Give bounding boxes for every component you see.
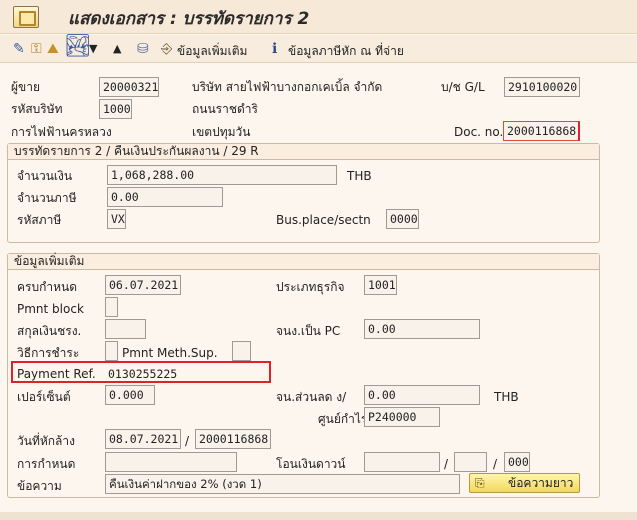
currency-label: สกุลเงินชรง. (17, 324, 82, 338)
payment-ref-field[interactable]: 0130255225 (108, 367, 177, 381)
assignment-label: การกำหนด (17, 457, 76, 471)
percent-field[interactable]: 0.000 (105, 385, 155, 405)
bus-place-field[interactable]: 0000 (386, 209, 419, 229)
vendor-label: ผู้ขาย (11, 80, 41, 94)
toolbar: ✎ ⚿ ⛰ 🏞 ▼ ▲ ⛁ ⎆ ข้อมูลเพิ่มเติม ℹ ข้อมูล… (0, 32, 637, 63)
long-text-button[interactable]: ⎘ ข้อความยาว (469, 473, 580, 493)
transfer-separator-1: / (444, 457, 449, 471)
transfer-field-2[interactable] (454, 452, 487, 472)
more-data-group-title: ข้อมูลเพิ่มเติม (8, 254, 599, 270)
bottom-strip (0, 512, 637, 520)
line-item-group-title: บรรทัดรายการ 2 / คืนเงินประกันผลงาน / 29… (8, 144, 599, 160)
title-bar: แสดงเอกสาร : บรรทัดรายการ 2 (0, 0, 637, 34)
company-code-field[interactable]: 1000 (99, 99, 132, 119)
doc-no-field[interactable]: 2000116868 (503, 121, 580, 141)
doc-no-label: Doc. no. (454, 125, 504, 139)
profit-center-label: ศูนย์กำไร (318, 412, 368, 426)
percent-label: เปอร์เซ็นต์ (17, 390, 71, 404)
pencil-glasses-icon[interactable]: ✎ (13, 41, 25, 57)
pay-method-label: วิธีการชำระ (17, 346, 80, 360)
text-field[interactable]: คืนเงินค่าฝากของ 2% (งวด 1) (105, 474, 460, 494)
discount-currency: THB (494, 390, 519, 404)
amount-label: จำนวนเงิน (17, 169, 73, 183)
tax-code-field[interactable]: VX (107, 209, 126, 229)
deduction-date-label: วันที่หักล้าง (17, 434, 75, 448)
discount-amount-label: จน.ส่วนลด ง/ (276, 390, 347, 404)
payment-ref-label: Payment Ref. (17, 367, 96, 381)
key-icon[interactable]: ⚿ (31, 41, 42, 57)
authority-text: การไฟฟ้านครหลวง (11, 125, 112, 139)
gl-label: บ/ช G/L (441, 80, 485, 94)
due-date-label: ครบกำหนด (17, 280, 77, 294)
mountain-icon[interactable]: 🏞 (64, 32, 92, 59)
triangle-up-icon[interactable]: ▲ (113, 41, 121, 57)
line-item-group: บรรทัดรายการ 2 / คืนเงินประกันผลงาน / 29… (7, 143, 600, 243)
street-text: ถนนราชดำริ (192, 102, 258, 116)
deduction-separator: / (185, 434, 190, 448)
assignment-field[interactable] (105, 452, 237, 472)
info-icon[interactable]: ℹ (272, 41, 277, 57)
deduction-date-field[interactable]: 08.07.2021 (105, 429, 181, 449)
business-type-label: ประเภทธุรกิจ (276, 280, 345, 294)
pmnt-meth-sup-field[interactable] (232, 341, 251, 361)
amount-currency: THB (347, 169, 372, 183)
mountain-icon[interactable]: ⛰ (47, 41, 59, 57)
pmnt-block-label: Pmnt block (17, 302, 84, 316)
text-label: ข้อความ (17, 479, 62, 493)
withholding-tax-button[interactable]: ข้อมูลภาษีหัก ณ ที่จ่าย (288, 42, 404, 61)
transfer-field-3[interactable]: 000 (504, 452, 530, 472)
pmnt-meth-sup-label: Pmnt Meth.Sup. (122, 346, 218, 360)
stamp-icon[interactable]: ⛁ (137, 41, 149, 57)
more-data-icon[interactable]: ⎆ (161, 41, 172, 57)
triangle-down-icon[interactable]: ▼ (89, 41, 97, 57)
business-type-field[interactable]: 1001 (364, 275, 397, 295)
company-code-label: รหัสบริษัท (11, 102, 63, 116)
transfer-separator-2: / (493, 457, 498, 471)
amount-field[interactable]: 1,068,288.00 (107, 165, 337, 185)
pc-amount-label: จนง.เป็น PC (276, 324, 341, 338)
district-text: เขตปทุมวัน (192, 125, 251, 139)
due-date-field[interactable]: 06.07.2021 (105, 275, 181, 295)
gl-account-field[interactable]: 2910100020 (504, 77, 580, 97)
vendor-field[interactable]: 20000321 (99, 77, 159, 97)
long-text-icon: ⎘ (475, 476, 485, 490)
window-title: แสดงเอกสาร : บรรทัดรายการ 2 (68, 9, 310, 29)
tax-amount-field[interactable]: 0.00 (107, 187, 223, 207)
long-text-button-label: ข้อความยาว (508, 476, 574, 490)
more-data-button[interactable]: ข้อมูลเพิ่มเติม (177, 42, 247, 61)
pc-amount-field[interactable]: 0.00 (364, 319, 480, 339)
currency-field[interactable] (105, 319, 146, 339)
app-document-icon[interactable] (13, 6, 39, 28)
pmnt-block-field[interactable] (105, 297, 118, 317)
bus-place-label: Bus.place/sectn (276, 213, 371, 227)
vendor-name: บริษัท สายไฟฟ้าบางกอกเคเบิ้ล จำกัด (192, 80, 383, 94)
pay-method-field[interactable] (105, 341, 118, 361)
deduction-doc-field[interactable]: 2000116868 (195, 429, 271, 449)
discount-amount-field[interactable]: 0.00 (364, 385, 480, 405)
tax-code-label: รหัสภาษี (17, 213, 62, 227)
transfer-field-1[interactable] (364, 452, 440, 472)
transfer-label: โอนเงินดาวน์ (276, 457, 346, 471)
tax-amount-label: จำนวนภาษี (17, 191, 77, 205)
profit-center-field[interactable]: P240000 (364, 407, 440, 427)
